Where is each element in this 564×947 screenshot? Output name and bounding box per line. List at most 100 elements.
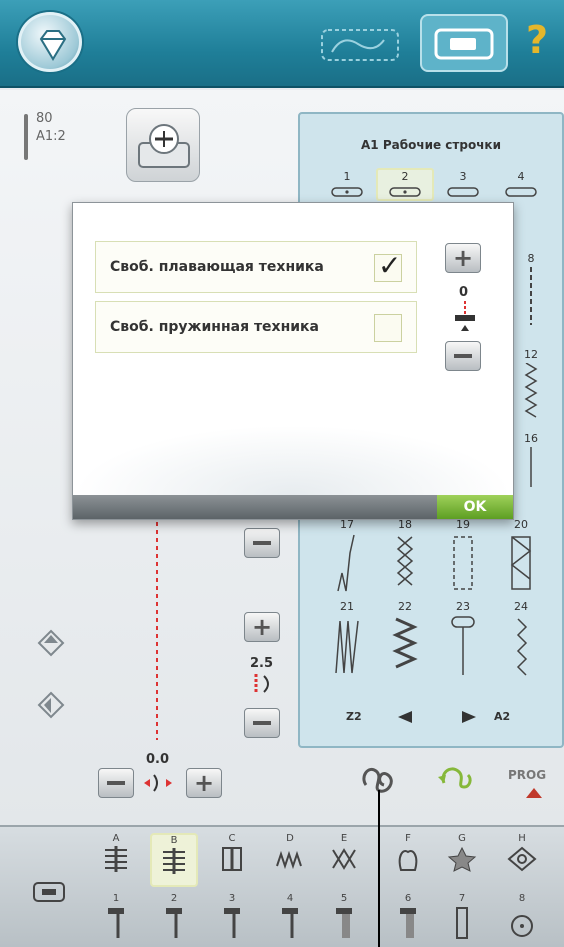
prog-button[interactable]: PROG: [508, 768, 546, 782]
stitch-width-plus-button[interactable]: +: [186, 768, 222, 798]
category-h[interactable]: H: [498, 833, 546, 872]
needle-code: A1:2: [36, 129, 66, 144]
stitch-length-plus-button[interactable]: +: [244, 612, 280, 642]
floating-technique-checkbox[interactable]: ✓: [374, 249, 402, 282]
help-button[interactable]: ?: [526, 18, 548, 62]
foot-1[interactable]: 1: [92, 893, 140, 940]
stitch-width-minus-button[interactable]: [98, 768, 134, 798]
straight-stitch-center-icon: [389, 187, 421, 197]
spring-technique-checkbox[interactable]: [374, 314, 402, 342]
stitch-repeat-icon[interactable]: [434, 755, 478, 799]
stitch-number: 2: [401, 170, 409, 183]
category-b[interactable]: B: [150, 833, 198, 887]
prog-arrow-icon: [526, 788, 542, 798]
utility-stitch-icon: [105, 846, 127, 872]
foot-4[interactable]: 4: [266, 893, 314, 940]
motif-stitch-icon: [507, 846, 537, 872]
category-c[interactable]: C: [208, 833, 256, 872]
stitch-width-icon: [144, 774, 172, 792]
foot-5[interactable]: 5: [320, 893, 368, 940]
stitch-number: 12: [524, 348, 538, 361]
floating-technique-option[interactable]: Своб. плавающая техника ✓: [95, 241, 417, 293]
stitch-1[interactable]: 1: [318, 170, 376, 199]
category-e[interactable]: E: [320, 833, 368, 872]
brand-logo-button[interactable]: [18, 12, 82, 72]
category-f[interactable]: F: [384, 833, 432, 872]
stitch-2[interactable]: 2: [376, 168, 434, 201]
needle-info: 80 A1:2: [24, 110, 66, 160]
next-arrow-icon[interactable]: [460, 710, 478, 724]
stitch-category-bar: A B C D E F G H 1 2 3 4 5 6 7 8: [0, 825, 564, 947]
stretch-stitch-icon: [505, 187, 537, 197]
stitch-18[interactable]: 18: [376, 518, 434, 593]
checkmark-icon: ✓: [378, 249, 402, 282]
foot-8[interactable]: 8: [498, 893, 546, 940]
elastic-zigzag-icon: [392, 617, 418, 669]
foot-number: 2: [170, 893, 178, 904]
stitch-number: 23: [456, 600, 470, 613]
presser-foot-icon: [336, 908, 352, 938]
blind-hem-stitch-icon: [337, 534, 355, 592]
previous-arrow-icon[interactable]: [396, 710, 414, 724]
stitch-width-value: 0.0: [146, 752, 170, 767]
stitch-menu-title: A1 Рабочие строчки: [361, 138, 501, 152]
presser-foot-height-plus-button[interactable]: +: [445, 243, 481, 273]
spring-technique-option[interactable]: Своб. пружинная техника: [95, 301, 417, 353]
free-motion-icon[interactable]: [358, 755, 402, 799]
ok-button[interactable]: OK: [437, 495, 513, 519]
needle-stop-position-icon[interactable]: [36, 690, 66, 720]
needle-up-down-icon[interactable]: [36, 628, 66, 658]
floating-technique-label: Своб. плавающая техника: [110, 259, 324, 275]
foot-7[interactable]: 7: [438, 893, 486, 940]
category-letter: F: [405, 833, 411, 844]
buttonhole-icon: [222, 847, 242, 871]
free-motion-settings-dialog: Своб. плавающая техника ✓ Своб. пружинна…: [72, 202, 514, 520]
presser-foot-icon: [166, 908, 182, 938]
sew-out-icon[interactable]: [30, 877, 70, 907]
category-letter: G: [458, 833, 466, 844]
spring-technique-label: Своб. пружинная техника: [110, 319, 320, 335]
quilt-stitch-icon: [163, 848, 185, 874]
star-stitch-icon: [447, 846, 477, 872]
stitch-number: 22: [398, 600, 412, 613]
stitch-preview-line: [156, 490, 158, 740]
foot-number: 8: [518, 893, 526, 904]
presser-foot-icon: [456, 907, 468, 939]
top-bar: ?: [0, 0, 564, 88]
stitch-number: 8: [527, 252, 535, 265]
foot-number: 4: [286, 893, 294, 904]
stitch-23[interactable]: 23: [434, 600, 492, 677]
presser-foot-icon: [138, 124, 190, 168]
stitch-number: 4: [517, 170, 525, 183]
category-g[interactable]: G: [438, 833, 486, 872]
foot-number: 5: [340, 893, 348, 904]
cross-stitch-icon: [396, 536, 414, 586]
stitch-number: 21: [340, 600, 354, 613]
presser-foot-icon: [282, 908, 298, 938]
embroidery-machine-icon[interactable]: [318, 22, 408, 68]
lightning-stitch-icon: [516, 618, 528, 676]
foot-6[interactable]: 6: [384, 893, 432, 940]
foot-3[interactable]: 3: [208, 893, 256, 940]
stitch-length-minus-button-2[interactable]: [244, 708, 280, 738]
presser-foot-icon: [108, 908, 124, 938]
stitch-21[interactable]: 21: [318, 600, 376, 677]
stitch-3[interactable]: 3: [434, 170, 492, 199]
stitch-20[interactable]: 20: [492, 518, 550, 593]
stitch-19[interactable]: 19: [434, 518, 492, 593]
stitch-4[interactable]: 4: [492, 170, 550, 199]
category-letter: D: [286, 833, 294, 844]
category-a[interactable]: A: [92, 833, 140, 872]
stitch-22[interactable]: 22: [376, 600, 434, 677]
presser-foot-button[interactable]: [126, 108, 200, 182]
stitch-17[interactable]: 17: [318, 518, 376, 593]
presser-foot-height-minus-button[interactable]: [445, 341, 481, 371]
presser-foot-height-icon: [455, 301, 475, 331]
stitch-number: 16: [524, 432, 538, 445]
straight-stitch-right-icon: [447, 187, 479, 197]
stitch-length-minus-button[interactable]: [244, 528, 280, 558]
stitch-24[interactable]: 24: [492, 600, 550, 677]
foot-2[interactable]: 2: [150, 893, 198, 940]
sewing-mode-button[interactable]: [420, 14, 508, 72]
category-d[interactable]: D: [266, 833, 314, 872]
